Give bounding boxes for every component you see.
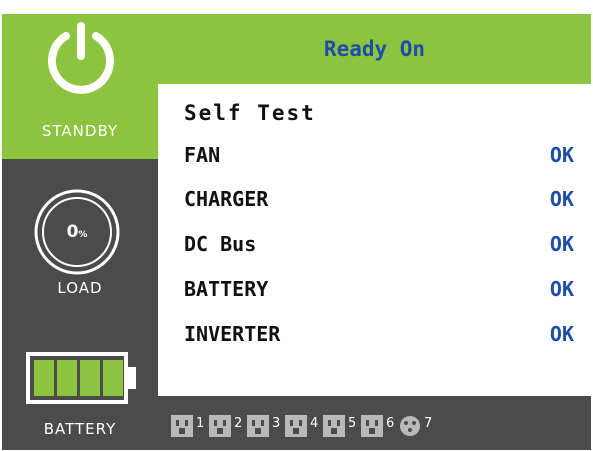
- battery-cell: [57, 360, 77, 396]
- load-panel: 0% LOAD: [2, 159, 158, 309]
- outlet-number: 5: [348, 416, 357, 431]
- round-outlet-icon: [399, 415, 421, 437]
- outlet-number: 3: [272, 416, 281, 431]
- test-item-name: DC Bus: [184, 232, 257, 256]
- test-item-name: BATTERY: [184, 277, 269, 301]
- battery-panel: BATTERY: [2, 309, 158, 450]
- load-number: 0: [66, 222, 79, 242]
- battery-label: BATTERY: [43, 420, 117, 438]
- test-item-status: OK: [549, 143, 574, 167]
- status-sidebar: STANDBY 0% LOAD BATTERY: [2, 14, 158, 450]
- load-value: 0%: [32, 187, 122, 277]
- test-item-status: OK: [549, 187, 574, 211]
- outlet-icon: [209, 415, 231, 437]
- battery-cells: [34, 360, 123, 396]
- load-label: LOAD: [57, 279, 103, 297]
- test-item-status: OK: [549, 232, 574, 256]
- standby-panel: STANDBY: [2, 14, 158, 159]
- outlet-icon: [247, 415, 269, 437]
- battery-cell: [34, 360, 54, 396]
- self-test-row: DC Bus OK: [184, 232, 584, 262]
- outlet-icon: [361, 415, 383, 437]
- standby-label: STANDBY: [41, 122, 119, 140]
- test-item-status: OK: [549, 277, 574, 301]
- load-unit: %: [78, 230, 88, 240]
- battery-cell: [80, 360, 100, 396]
- status-title: Ready On: [323, 37, 426, 61]
- test-item-name: CHARGER: [184, 187, 269, 211]
- outlet-number: 4: [310, 416, 319, 431]
- outlet-icon: [323, 415, 345, 437]
- self-test-row: CHARGER OK: [184, 187, 584, 217]
- outlet-number: 7: [424, 416, 433, 431]
- power-icon: [48, 22, 114, 94]
- header-bar: Ready On: [158, 14, 591, 84]
- self-test-panel: Self Test FAN OK CHARGER OK DC Bus OK BA…: [158, 84, 591, 396]
- self-test-row: FAN OK: [184, 143, 584, 173]
- battery-full-icon: [26, 352, 136, 404]
- outlet-number: 6: [386, 416, 395, 431]
- test-item-name: INVERTER: [184, 322, 281, 346]
- battery-cell: [103, 360, 123, 396]
- self-test-title: Self Test: [184, 101, 316, 125]
- outlet-icon: [171, 415, 193, 437]
- test-item-name: FAN: [184, 143, 221, 167]
- test-item-status: OK: [549, 322, 574, 346]
- outlet-number: 2: [234, 416, 243, 431]
- outlet-status-bar: 1 2 3 4 5 6 7: [158, 396, 591, 450]
- outlet-icon: [285, 415, 307, 437]
- self-test-row: BATTERY OK: [184, 277, 584, 307]
- outlet-number: 1: [196, 416, 205, 431]
- self-test-row: INVERTER OK: [184, 322, 584, 352]
